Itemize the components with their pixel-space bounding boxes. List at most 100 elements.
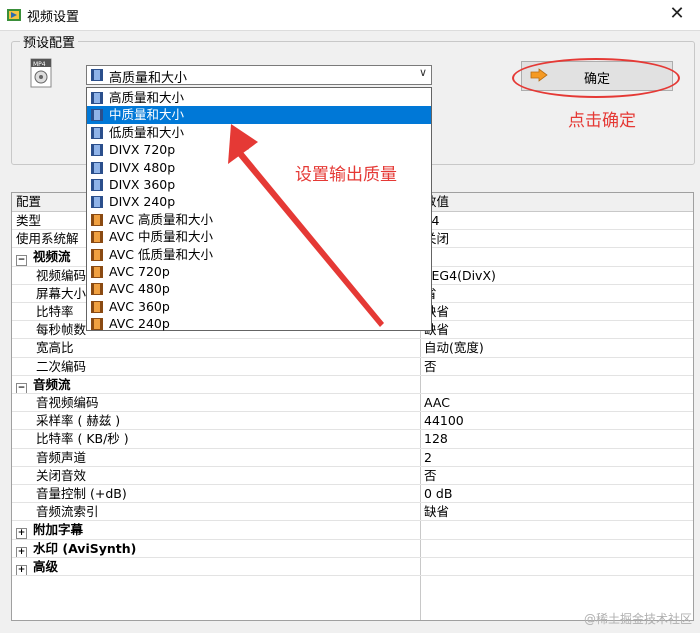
property-name: 比特率	[36, 303, 74, 321]
property-name: 宽高比	[36, 339, 74, 357]
property-name: 音频流索引	[36, 503, 99, 521]
film-icon	[91, 69, 103, 81]
property-name: 音量控制 (+dB)	[36, 485, 127, 503]
property-name: 屏幕大小	[36, 285, 86, 303]
section-label: + 水印 (AviSynth)	[16, 540, 136, 558]
film-icon	[91, 196, 103, 209]
property-name: 二次编码	[36, 358, 86, 376]
table-row[interactable]: 音频流索引 缺省	[12, 503, 693, 521]
dropdown-option-label: AVC 低质量和大小	[109, 246, 214, 262]
property-value: 0 dB	[424, 486, 453, 501]
property-value: 缺省	[424, 504, 450, 520]
dropdown-option[interactable]: AVC 360p	[87, 298, 431, 315]
preset-combo[interactable]: 高质量和大小 ∨	[86, 65, 432, 86]
row-label: 音频流	[33, 376, 71, 392]
dropdown-option[interactable]: AVC 480p	[87, 280, 431, 297]
property-name: 类型	[16, 212, 41, 230]
header-config: 配置	[16, 194, 42, 209]
row-label: 水印 (AviSynth)	[33, 540, 137, 556]
table-row[interactable]: 二次编码 否	[12, 358, 693, 376]
row-label: 视频编码	[36, 267, 87, 283]
title-bar: 视频设置 ✕	[0, 0, 700, 31]
grid-section-row[interactable]: − 音频流	[12, 376, 693, 394]
row-label: 比特率	[36, 304, 74, 319]
property-name: 视频编码	[36, 267, 86, 285]
dropdown-option-label: AVC 高质量和大小	[109, 211, 214, 227]
film-icon	[91, 144, 103, 157]
dropdown-option[interactable]: DIVX 720p	[87, 141, 431, 158]
dropdown-option-label: DIVX 360p	[109, 177, 176, 192]
row-divider	[12, 575, 693, 576]
table-row[interactable]: 宽高比 自动(宽度)	[12, 339, 693, 357]
dropdown-option-label: DIVX 240p	[109, 194, 176, 210]
film-icon	[91, 266, 103, 278]
dropdown-option-label: AVC 360p	[109, 298, 170, 314]
mp4-file-icon: MP4	[30, 58, 52, 88]
row-label: 宽高比	[36, 340, 74, 356]
film-icon	[91, 248, 103, 261]
dropdown-option-label: AVC 中质量和大小	[109, 229, 214, 245]
table-row[interactable]: 比特率 ( KB/秒 ) 128	[12, 430, 693, 448]
section-label: + 附加字幕	[16, 521, 84, 540]
preset-dropdown-list[interactable]: 高质量和大小 中质量和大小 低质量和大小 DIVX 720p DIVX 480p DIVX…	[86, 87, 432, 331]
row-label: 二次编码	[36, 358, 87, 374]
svg-text:MP4: MP4	[33, 61, 46, 68]
chevron-down-icon[interactable]: ∨	[419, 66, 427, 79]
close-button[interactable]: ✕	[654, 0, 700, 30]
property-name: 音频声道	[36, 449, 86, 467]
grid-section-row[interactable]: + 水印 (AviSynth)	[12, 540, 693, 558]
row-label: 音量控制 (+dB)	[36, 486, 127, 501]
dropdown-option[interactable]: 低质量和大小	[87, 124, 431, 141]
row-label: 类型	[16, 213, 42, 228]
film-icon	[91, 92, 103, 104]
dropdown-option-label: 中质量和大小	[109, 107, 185, 123]
dropdown-option[interactable]: DIVX 240p	[87, 193, 431, 210]
section-label: + 高级	[16, 558, 58, 576]
table-row[interactable]: 采样率 ( 赫兹 ) 44100	[12, 412, 693, 430]
property-name: 采样率 ( 赫兹 )	[36, 412, 120, 430]
row-label: 屏幕大小	[36, 285, 87, 301]
row-label: 采样率 ( 赫兹 )	[36, 413, 121, 429]
dropdown-option[interactable]: 中质量和大小	[87, 106, 431, 124]
table-row[interactable]: 关闭音效 否	[12, 467, 693, 485]
dropdown-option[interactable]: AVC 低质量和大小	[87, 246, 431, 263]
grid-section-row[interactable]: + 附加字幕	[12, 521, 693, 540]
film-icon	[91, 126, 103, 139]
section-label: − 视频流	[16, 248, 71, 267]
dropdown-option[interactable]: AVC 中质量和大小	[87, 228, 431, 245]
film-icon	[91, 283, 103, 296]
dropdown-option-label: DIVX 480p	[109, 159, 176, 175]
dropdown-option[interactable]: 高质量和大小	[87, 89, 431, 106]
window-title: 视频设置	[27, 10, 80, 25]
watermark: @稀土掘金技术社区	[583, 612, 692, 626]
row-label: 附加字幕	[33, 522, 84, 538]
row-label: 音频声道	[36, 449, 87, 465]
property-value: 128	[424, 431, 448, 447]
film-icon	[91, 109, 103, 122]
dropdown-option[interactable]: AVC 720p	[87, 263, 431, 280]
dropdown-option-label: AVC 720p	[109, 264, 170, 279]
film-icon	[91, 179, 103, 191]
property-value: 否	[424, 467, 437, 483]
table-row[interactable]: 音频声道 2	[12, 449, 693, 467]
row-label: 每秒帧数	[36, 322, 87, 338]
dropdown-option[interactable]: AVC 高质量和大小	[87, 211, 431, 228]
dropdown-option[interactable]: AVC 240p	[87, 315, 431, 332]
property-name: 使用系统解	[16, 230, 79, 248]
film-icon	[91, 213, 103, 226]
property-value: 2	[424, 449, 432, 465]
table-row[interactable]: 音视频编码 AAC	[12, 394, 693, 412]
row-label: 音视频编码	[36, 395, 99, 410]
row-label: 音频流索引	[36, 504, 99, 520]
row-label: 视频流	[33, 249, 71, 265]
property-value: PEG4(DivX)	[424, 267, 496, 283]
property-value: 自动(宽度)	[424, 340, 484, 356]
film-icon	[91, 300, 103, 313]
section-label: − 音频流	[16, 376, 71, 394]
table-row[interactable]: 音量控制 (+dB) 0 dB	[12, 485, 693, 503]
film-icon	[91, 318, 103, 331]
grid-section-row[interactable]: + 高级	[12, 558, 693, 576]
row-label: 使用系统解	[16, 231, 79, 247]
property-value: AAC	[424, 395, 450, 410]
row-label: 高级	[33, 558, 59, 574]
